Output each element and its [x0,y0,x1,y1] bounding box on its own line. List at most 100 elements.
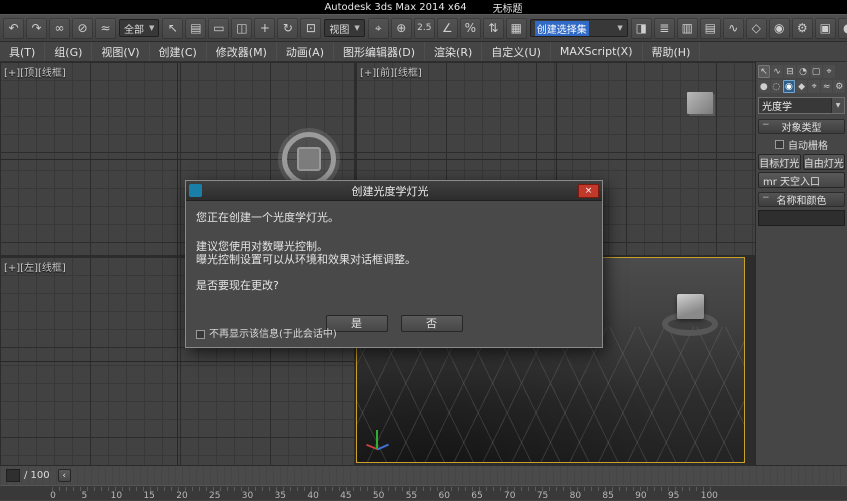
region-select-icon[interactable]: ▭ [208,18,229,39]
manipulate-icon[interactable]: ⊕ [391,18,412,39]
chevron-down-icon: ▼ [354,24,359,32]
render-icon[interactable]: ● [838,18,847,39]
dont-show-again-checkbox[interactable] [196,330,205,339]
edit-named-sets-icon[interactable]: ▦ [506,18,527,39]
viewport-left-label[interactable]: [+][左][线框] [4,259,66,274]
spinner-snap-icon[interactable]: ⇅ [483,18,504,39]
chevron-down-icon: ▼ [831,98,844,113]
redo-icon[interactable]: ↷ [26,18,47,39]
timeline-ruler[interactable]: 0 5 10 15 20 25 30 35 40 45 50 55 60 65 … [0,485,847,500]
no-button[interactable]: 否 [401,315,463,332]
window-crossing-icon[interactable]: ◫ [231,18,252,39]
app-title: Autodesk 3ds Max 2014 x64 [324,2,466,13]
category-helpers-icon[interactable]: ⌖ [808,80,820,93]
z-axis-icon [377,444,389,451]
command-panel-tabs: ↖ ∿ ⊟ ◔ ▢ ⌖ [758,65,845,78]
ribbon-toggle-icon[interactable]: ▤ [700,18,721,39]
angle-snap-icon[interactable]: ∠ [437,18,458,39]
menu-modifiers[interactable]: 修改器(M) [207,42,277,61]
scale-icon[interactable]: ⊡ [300,18,321,39]
dialog-titlebar[interactable]: 创建光度学灯光 × [186,181,602,201]
tab-modify[interactable]: ∿ [771,65,783,78]
align-icon[interactable]: ≣ [654,18,675,39]
select-object-icon[interactable]: ↖ [162,18,183,39]
previous-frame-button[interactable]: ‹ [58,469,71,482]
menu-graph-editors[interactable]: 图形编辑器(D) [334,42,425,61]
material-editor-icon[interactable]: ◉ [769,18,790,39]
menu-group[interactable]: 组(G) [45,42,92,61]
tab-utilities[interactable]: ⌖ [823,65,835,78]
menu-maxscript[interactable]: MAXScript(X) [551,42,643,61]
category-systems-icon[interactable]: ⚙ [833,80,845,93]
menu-rendering[interactable]: 渲染(R) [425,42,482,61]
light-type-dropdown[interactable]: 光度学 ▼ [758,97,845,114]
menu-bar: 具(T) 组(G) 视图(V) 创建(C) 修改器(M) 动画(A) 图形编辑器… [0,42,847,62]
category-spacewarps-icon[interactable]: ≈ [821,80,833,93]
dont-show-again-label: 不再显示该信息(于此会话中) [209,328,337,341]
render-setup-icon[interactable]: ⚙ [792,18,813,39]
autogrid-label: 自动栅格 [788,137,828,152]
schematic-view-icon[interactable]: ◇ [746,18,767,39]
bind-spacewarp-icon[interactable]: ≈ [95,18,116,39]
move-icon[interactable]: + [254,18,275,39]
scene-object[interactable] [687,92,713,114]
select-link-icon[interactable]: ∞ [49,18,70,39]
menu-help[interactable]: 帮助(H) [643,42,701,61]
undo-icon[interactable]: ↶ [3,18,24,39]
select-by-name-icon[interactable]: ▤ [185,18,206,39]
tab-create[interactable]: ↖ [758,65,770,78]
category-shapes-icon[interactable]: ◌ [771,80,783,93]
percent-snap-icon[interactable]: % [460,18,481,39]
unlink-icon[interactable]: ⊘ [72,18,93,39]
photometric-light-gizmo[interactable] [282,132,336,186]
close-icon[interactable]: × [578,184,599,198]
max-app-icon [189,184,202,197]
scene-object[interactable] [660,294,724,340]
chevron-down-icon: ▼ [149,24,154,32]
autogrid-row: 自动栅格 [758,137,845,152]
category-cameras-icon[interactable]: ◆ [796,80,808,93]
snap-toggle-button[interactable]: 2.5 [414,18,435,39]
viewport-front-label[interactable]: [+][前][线框] [360,64,422,79]
create-photometric-light-dialog: 创建光度学灯光 × 您正在创建一个光度学灯光。 建议您使用对数曝光控制。 曝光控… [185,180,603,348]
object-cube [677,294,704,319]
curve-editor-icon[interactable]: ∿ [723,18,744,39]
tab-hierarchy[interactable]: ⊟ [784,65,796,78]
menu-create[interactable]: 创建(C) [150,42,207,61]
named-selection-dropdown[interactable]: 创建选择集 ▼ [530,19,628,37]
category-lights-icon[interactable]: ◉ [783,80,795,93]
object-name-field[interactable] [758,210,845,226]
current-frame-field[interactable] [6,469,20,482]
name-color-rollout[interactable]: − 名称和颜色 [758,192,845,207]
selection-filter-dropdown[interactable]: 全部 ▼ [119,19,159,37]
mr-sky-portal-button[interactable]: mr 天空入口 [758,172,845,188]
tab-display[interactable]: ▢ [810,65,822,78]
category-geometry-icon[interactable]: ● [758,80,770,93]
rendered-frame-icon[interactable]: ▣ [815,18,836,39]
time-slider[interactable]: / 100 ‹ [0,465,847,485]
dialog-question: 是否要现在更改? [196,279,592,292]
dialog-body: 您正在创建一个光度学灯光。 建议您使用对数曝光控制。 曝光控制设置可以从环境和效… [186,201,602,347]
named-selection-value: 创建选择集 [535,21,589,36]
viewport-top-label[interactable]: [+][顶][线框] [4,64,66,79]
rotate-icon[interactable]: ↻ [277,18,298,39]
free-light-button[interactable]: 自由灯光 [803,154,846,170]
object-type-rollout-label: 对象类型 [782,119,822,134]
tab-motion[interactable]: ◔ [797,65,809,78]
selection-filter-value: 全部 [124,21,144,36]
menu-tools[interactable]: 具(T) [0,42,45,61]
object-type-rollout[interactable]: − 对象类型 [758,119,845,134]
layer-manager-icon[interactable]: ▥ [677,18,698,39]
menu-animation[interactable]: 动画(A) [277,42,334,61]
reference-coordinate-dropdown[interactable]: 视图 ▼ [324,19,364,37]
command-panel: ↖ ∿ ⊟ ◔ ▢ ⌖ ● ◌ ◉ ◆ ⌖ ≈ ⚙ 光度学 ▼ − 对象类型 自… [755,62,847,465]
y-axis-icon [376,430,378,449]
menu-customize[interactable]: 自定义(U) [482,42,551,61]
menu-views[interactable]: 视图(V) [92,42,149,61]
use-pivot-icon[interactable]: ⌖ [368,18,389,39]
autogrid-checkbox[interactable] [775,140,784,149]
mirror-icon[interactable]: ◨ [631,18,652,39]
world-axis-tripod [363,426,391,454]
target-light-button[interactable]: 目标灯光 [758,154,801,170]
collapse-icon: − [762,120,770,130]
